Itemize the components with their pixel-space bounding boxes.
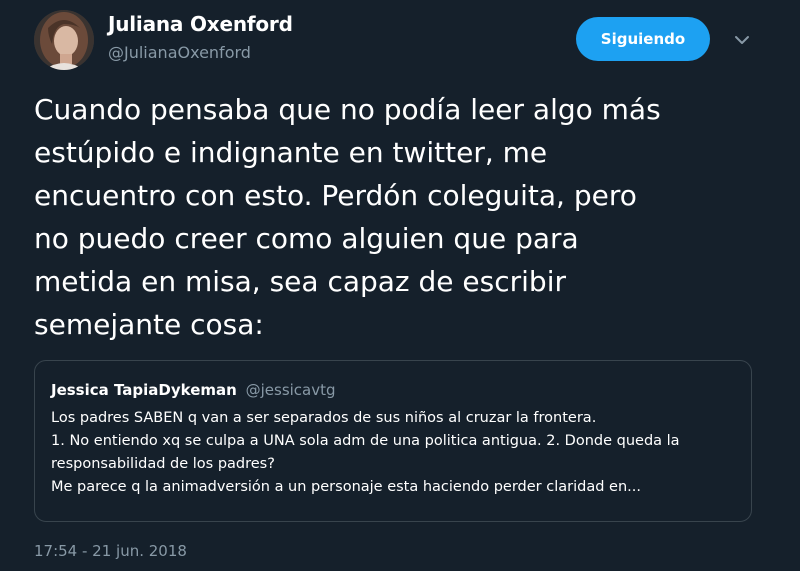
author-display-name[interactable]: Juliana Oxenford	[108, 12, 293, 36]
quoted-author-name: Jessica TapiaDykeman	[51, 381, 237, 399]
quoted-tweet-header: Jessica TapiaDykeman @jessicavtg	[51, 381, 336, 399]
author-handle[interactable]: @JulianaOxenford	[108, 43, 251, 62]
tweet-text: Cuando pensaba que no podía leer algo má…	[34, 93, 661, 341]
tweet-timestamp[interactable]: 17:54 - 21 jun. 2018	[34, 542, 187, 560]
quoted-author-handle: @jessicavtg	[245, 381, 336, 399]
tweet-card: Juliana Oxenford @JulianaOxenford Siguie…	[0, 0, 800, 571]
following-button[interactable]: Siguiendo	[576, 17, 710, 61]
quoted-tweet[interactable]: Jessica TapiaDykeman @jessicavtg Los pad…	[34, 360, 752, 522]
author-avatar[interactable]	[34, 10, 94, 70]
chevron-down-icon[interactable]	[730, 28, 754, 52]
quoted-tweet-text: Los padres SABEN q van a ser separados d…	[51, 410, 680, 495]
avatar-photo-icon	[34, 10, 94, 70]
